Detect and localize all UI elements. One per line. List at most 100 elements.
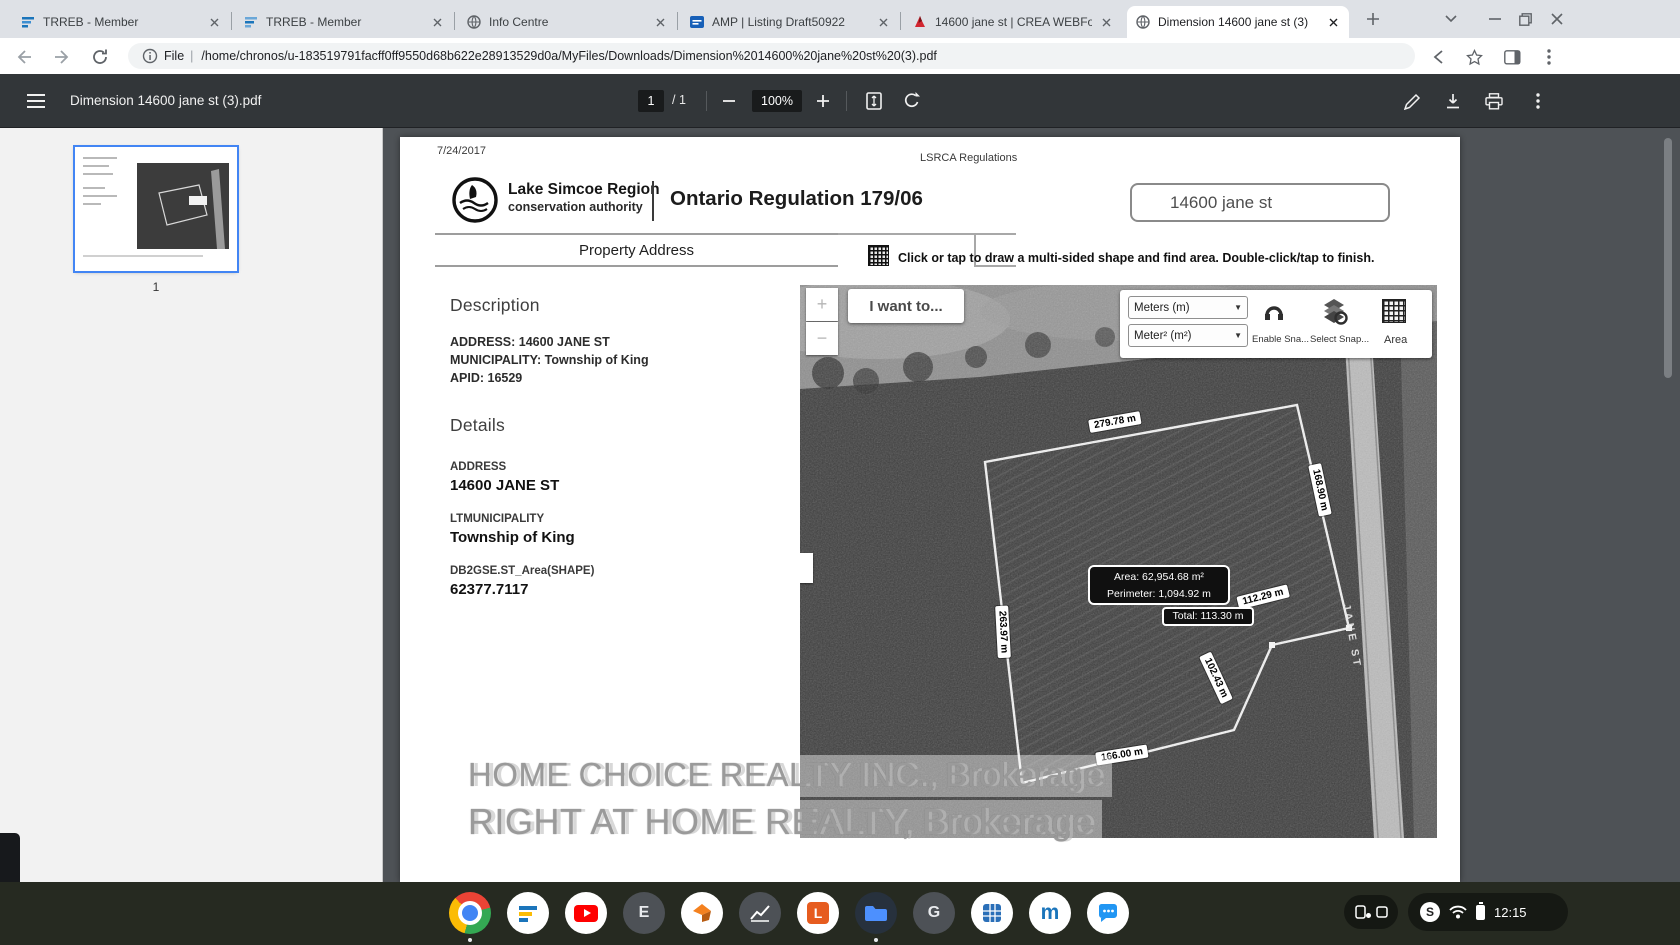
download-icon[interactable] [1441,89,1465,113]
matrix-app-icon[interactable]: m [1029,892,1071,934]
youtube-icon[interactable] [565,892,607,934]
enable-snap-icon[interactable] [1262,299,1286,325]
clock: 12:15 [1494,905,1527,920]
toolbar-divider [706,91,707,111]
tab-close-icon[interactable] [1098,14,1114,30]
rotate-icon[interactable] [900,89,924,113]
zoom-level[interactable]: 100% [752,90,802,112]
total-measurement-pill: Total: 113.30 m [1162,607,1254,626]
tab-trreb-1[interactable]: TRREB - Member [12,6,230,38]
tab-close-icon[interactable] [1325,14,1341,30]
tab-info-centre[interactable]: Info Centre [458,6,676,38]
new-tab-button[interactable] [1360,8,1386,30]
pdf-menu-icon[interactable] [24,89,48,113]
property-address-tab[interactable]: Property Address [435,233,838,267]
l-app-icon[interactable]: L [797,892,839,934]
fit-page-icon[interactable] [862,89,886,113]
lsrca-logo-icon [450,175,500,225]
map-toolbar: Meters (m)▼ Meter² (m²)▼ Enable Sna... S… [1120,290,1432,358]
map-zoom-out-button[interactable]: − [806,322,838,355]
thumb-text-line [83,157,117,159]
chat-app-icon[interactable] [1087,892,1129,934]
description-address: ADDRESS: 14600 JANE ST [450,333,610,351]
geowarehouse-app-icon[interactable] [971,892,1013,934]
chart-app-icon[interactable] [739,892,781,934]
tab-separator [231,12,232,30]
tab-connector-line [838,233,1016,235]
capture-icon [1376,906,1388,918]
description-heading: Description [450,295,540,316]
zoom-in-icon[interactable] [812,90,834,112]
thumbnail-page-number: 1 [75,280,237,294]
map-side-handle[interactable] [800,553,813,583]
tab-separator [677,12,678,30]
print-icon[interactable] [1482,89,1506,113]
crea-favicon-icon [912,14,928,30]
forward-icon[interactable] [50,45,74,69]
notification-pill[interactable] [1344,895,1398,929]
page-count: / 1 [672,93,686,107]
zoom-out-icon[interactable] [718,90,740,112]
i-want-to-button[interactable]: I want to... [848,289,964,323]
share-icon[interactable] [1427,45,1451,69]
annotate-pencil-icon[interactable] [1400,89,1424,113]
chevron-down-icon: ▼ [1234,303,1242,312]
measurement-label: 263.97 m [995,606,1011,659]
info-icon[interactable] [142,48,158,64]
watermark-line-2: RIGHT AT HOME REALTY, Brokerage [458,800,1102,846]
page-thumbnail[interactable] [75,147,237,271]
area-unit-dropdown-value: Meter² (m²) [1134,330,1192,342]
g-app-icon[interactable]: G [913,892,955,934]
tab-close-icon[interactable] [429,14,445,30]
tab-trreb-2[interactable]: TRREB - Member [235,6,453,38]
unit-dropdown[interactable]: Meters (m)▼ [1128,296,1248,319]
tab-title: 14600 jane st | CREA WEBFo [935,15,1092,29]
account-badge: S [1420,902,1440,922]
detail-ltmunicipality-label: LTMUNICIPALITY [450,513,544,525]
area-tool-icon[interactable] [1382,299,1406,323]
status-tray[interactable]: S 12:15 [1408,893,1568,931]
realtor-app-icon[interactable] [681,892,723,934]
tab-title: Dimension 14600 jane st (3) [1158,15,1319,29]
trreb-favicon-icon [20,14,36,30]
tab-close-icon[interactable] [875,14,891,30]
i-want-to-label: I want to... [869,298,942,315]
close-window-button[interactable] [1544,8,1570,30]
header-divider [652,181,654,221]
files-app-icon[interactable] [855,892,897,934]
viewer-scrollbar[interactable] [1664,138,1672,378]
restore-button[interactable] [1512,8,1538,30]
bookmark-star-icon[interactable] [1462,45,1486,69]
url-separator: | [190,49,193,63]
chrome-icon[interactable] [449,892,491,934]
tab-close-icon[interactable] [652,14,668,30]
omnibox[interactable]: File | /home/chronos/u-183519791facff0ff… [128,43,1415,69]
address-search-box[interactable]: 14600 jane st [1130,183,1390,222]
tab-amp-listing[interactable]: AMP | Listing Draft50922 [681,6,899,38]
tab-strip: TRREB - Member TRREB - Member Info Centr… [0,0,1680,38]
url-path: /home/chronos/u-183519791facff0ff9550d68… [201,49,936,63]
browser-menu-icon[interactable] [1537,45,1561,69]
thumb-text-line [83,203,101,205]
reload-icon[interactable] [88,45,112,69]
tab-crea-webforms[interactable]: 14600 jane st | CREA WEBFo [904,6,1122,38]
phone-hub-icon [1355,905,1371,919]
tab-search-chevron-icon[interactable] [1438,8,1464,30]
area-unit-dropdown[interactable]: Meter² (m²)▼ [1128,324,1248,347]
description-apid: APID: 16529 [450,369,522,387]
minimize-button[interactable] [1482,8,1508,30]
e-app-icon[interactable]: E [623,892,665,934]
select-snap-icon[interactable] [1320,297,1348,325]
map-zoom-in-button[interactable]: + [806,288,838,321]
page-number-input[interactable]: 1 [638,90,664,112]
side-panel-icon[interactable] [1500,45,1524,69]
thumb-text-line [83,165,109,167]
pdf-more-icon[interactable] [1526,89,1550,113]
holding-space-block[interactable] [0,833,20,882]
address-search-value: 14600 jane st [1170,193,1272,213]
back-icon[interactable] [12,45,36,69]
pdf-toolbar: Dimension 14600 jane st (3).pdf 1 / 1 10… [0,74,1680,128]
tab-close-icon[interactable] [206,14,222,30]
tab-dimension-pdf-active[interactable]: Dimension 14600 jane st (3) [1127,6,1349,38]
trreb-app-icon[interactable] [507,892,549,934]
